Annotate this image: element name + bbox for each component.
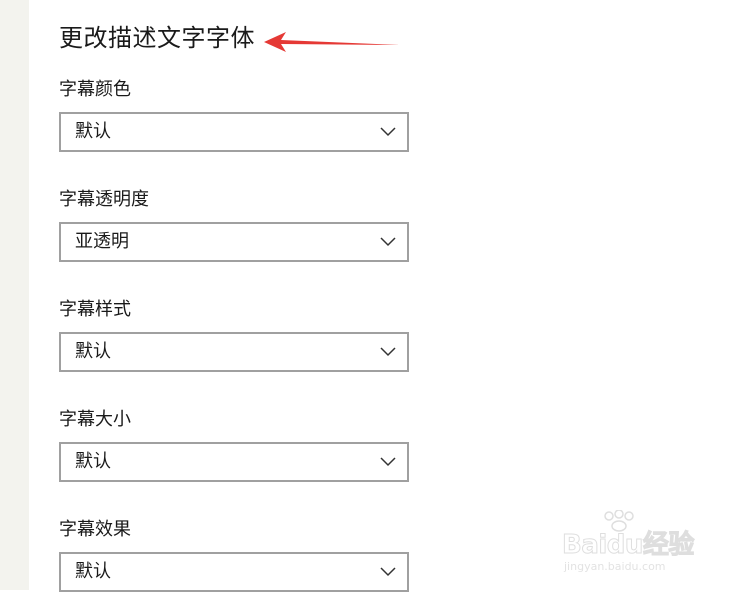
caption-size-dropdown[interactable]: 默认	[59, 442, 409, 482]
chevron-down-icon	[380, 347, 396, 357]
chevron-down-icon	[380, 127, 396, 137]
caption-style-dropdown[interactable]: 默认	[59, 332, 409, 372]
chevron-down-icon	[380, 567, 396, 577]
dropdown-value: 默认	[75, 451, 111, 472]
page-title: 更改描述文字字体	[59, 24, 255, 52]
baidu-watermark: Baidu经验 jingyan.baidu.com	[560, 510, 700, 576]
annotation-arrow-icon	[264, 32, 400, 52]
dropdown-value: 亚透明	[75, 231, 129, 252]
dropdown-value: 默认	[75, 341, 111, 362]
chevron-down-icon	[380, 237, 396, 247]
setting-label-caption-size: 字幕大小	[59, 409, 131, 430]
left-strip	[0, 0, 29, 590]
setting-label-caption-transparency: 字幕透明度	[59, 189, 149, 210]
watermark-url: jingyan.baidu.com	[564, 560, 666, 573]
caption-transparency-dropdown[interactable]: 亚透明	[59, 222, 409, 262]
watermark-brand: Baidu经验	[562, 530, 695, 561]
dropdown-value: 默认	[75, 561, 111, 582]
setting-label-caption-style: 字幕样式	[59, 299, 131, 320]
chevron-down-icon	[380, 457, 396, 467]
dropdown-value: 默认	[75, 121, 111, 142]
caption-effects-dropdown[interactable]: 默认	[59, 552, 409, 592]
setting-label-caption-effects: 字幕效果	[59, 519, 131, 540]
caption-color-dropdown[interactable]: 默认	[59, 112, 409, 152]
setting-label-caption-color: 字幕颜色	[59, 79, 131, 100]
